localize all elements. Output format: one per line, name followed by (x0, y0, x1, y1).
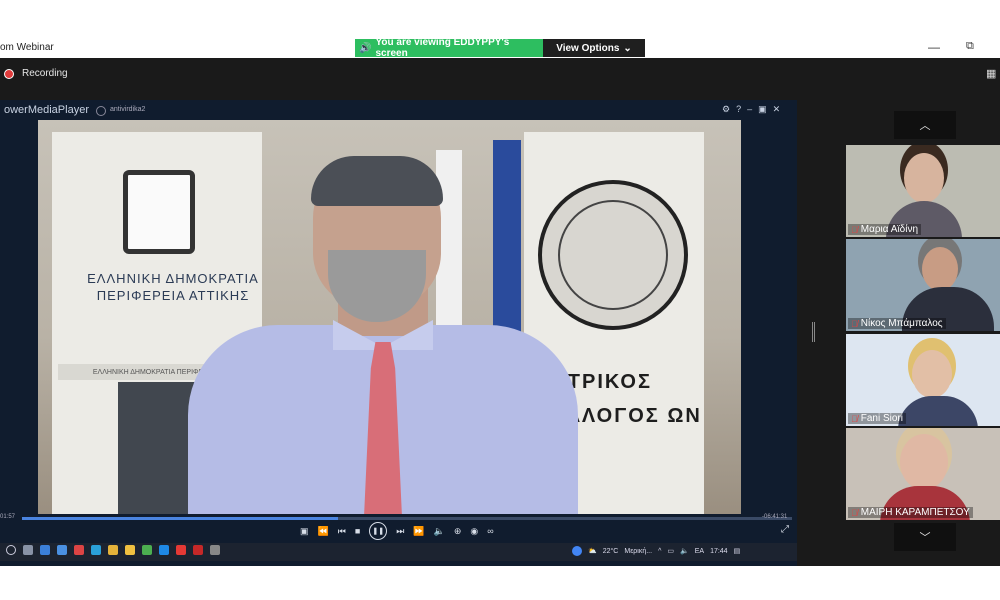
participant-head (912, 350, 952, 398)
participant-name: Νίκος Μπάμπαλος (860, 318, 943, 329)
participant-name-tag: 🎙̸ ΜΑΙΡΗ ΚΑΡΑΜΠΕΤΣΟΥ (848, 507, 973, 518)
view-options-button[interactable]: View Options ⌄ (543, 39, 645, 57)
chevron-down-icon: ﹀ (919, 532, 931, 544)
taskbar-apps (6, 545, 220, 555)
minimize-button[interactable]: — (928, 40, 940, 54)
chevron-up-icon[interactable]: ^ (658, 548, 661, 555)
language-indicator[interactable]: EA (695, 548, 704, 555)
previous-icon[interactable]: ⏮ (338, 526, 346, 537)
fast-forward-icon[interactable]: ⏩ (413, 526, 424, 537)
video-frame[interactable]: ΕΛΛΗΝΙΚΗ ΔΗΜΟΚΡΑΤΙΑ ΠΕΡΙΦΕΡΕΙΑ ΑΤΤΙΚΗΣ Ε… (38, 120, 741, 514)
gallery-view-icon[interactable]: ▦ (986, 67, 996, 80)
notification-icon[interactable]: ▤ (734, 547, 741, 555)
seek-bar-fill (22, 517, 338, 520)
app-icon[interactable] (142, 545, 152, 555)
app-icon[interactable] (57, 545, 67, 555)
chevron-down-icon: ⌄ (623, 42, 632, 54)
participant-tile[interactable]: 🎙̸ Fani Siori (846, 334, 1000, 426)
participant-name: Μαρια Αϊδίνη (860, 224, 919, 235)
participant-torso (898, 396, 978, 426)
panel-resize-handle[interactable] (812, 322, 815, 342)
mic-muted-icon: 🎙̸ (851, 318, 858, 329)
chevron-up-icon: ︿ (919, 120, 931, 132)
subtitle-icon[interactable]: ▣ (300, 526, 309, 537)
participant-tile[interactable]: 🎙̸ ΜΑΙΡΗ ΚΑΡΑΜΠΕΤΣΟΥ (846, 428, 1000, 520)
recording-icon (4, 69, 14, 79)
rewind-icon[interactable]: ⏪ (318, 526, 329, 537)
player-file-name: antivirdika2 (110, 106, 146, 113)
task-view-icon[interactable] (23, 545, 33, 555)
player-window-controls[interactable]: ⚙?–▣✕ (722, 104, 786, 115)
chrome-tray-icon[interactable] (572, 546, 582, 556)
volume-icon[interactable]: 🔈 (434, 526, 445, 537)
pause-button[interactable]: ❚❚ (369, 522, 388, 540)
remaining-time: -06:41:31 (762, 514, 788, 520)
view-options-label: View Options (556, 42, 620, 54)
clock[interactable]: 17:44 (710, 548, 728, 555)
speaker-icon: 🔊 (359, 42, 372, 54)
participant-head (922, 247, 958, 291)
emblem-cross-horizontal (134, 204, 184, 218)
maximize-button[interactable]: ⧉ (966, 40, 974, 53)
participant-name: Fani Siori (860, 413, 903, 424)
view-icon[interactable]: ◉ (470, 526, 478, 537)
weather-icon: ⛅ (588, 548, 597, 555)
participant-tile[interactable]: 🎙̸ Νίκος Μπάμπαλος (846, 239, 1000, 331)
player-app-name: owerMediaPlayer (4, 104, 89, 116)
system-tray: ⛅ 22°C Μερική... ^ ▭ 🔈 EA 17:44 ▤ (572, 546, 740, 556)
player-controls: ▣ ⏪ ⏮ ■ ❚❚ ⏭ ⏩ 🔈 ⊕ ◉ ∞ (300, 522, 494, 540)
participant-head (900, 434, 948, 490)
app-icon[interactable] (40, 545, 50, 555)
scroll-up-button[interactable]: ︿ (894, 111, 956, 139)
mic-muted-icon: 🎙̸ (851, 507, 858, 518)
fullscreen-icon[interactable]: ⤢ (781, 524, 789, 535)
scroll-down-button[interactable]: ﹀ (894, 523, 956, 551)
app-icon[interactable] (193, 545, 203, 555)
next-icon[interactable]: ⏭ (396, 526, 404, 537)
mic-muted-icon: 🎙̸ (851, 413, 858, 424)
app-icon[interactable] (159, 545, 169, 555)
search-icon[interactable] (6, 545, 16, 555)
stop-icon[interactable]: ■ (355, 526, 360, 536)
app-icon[interactable] (74, 545, 84, 555)
share-banner-text: You are viewing EDDYPPY's screen (375, 37, 510, 59)
speaker-hair (311, 156, 443, 206)
app-title: om Webinar (0, 42, 54, 53)
participant-name-tag: 🎙̸ Μαρια Αϊδίνη (848, 224, 922, 235)
zoom-icon[interactable]: ⊕ (454, 526, 462, 537)
app-icon[interactable] (176, 545, 186, 555)
app-icon[interactable] (210, 545, 220, 555)
participant-tile[interactable]: 🎙̸ Μαρια Αϊδίνη (846, 145, 1000, 237)
participant-head (904, 153, 944, 203)
folder-icon[interactable] (125, 545, 135, 555)
weather-text: Μερική... (624, 547, 653, 555)
seal-inner-ring (558, 200, 668, 310)
screen-share-banner: 🔊 You are viewing EDDYPPY's screen (355, 37, 543, 59)
network-icon[interactable]: ▭ (667, 547, 674, 555)
link-icon[interactable]: ∞ (487, 526, 493, 536)
edge-icon[interactable] (91, 545, 101, 555)
left-banner-text: ΕΛΛΗΝΙΚΗ ΔΗΜΟΚΡΑΤΙΑ ΠΕΡΙΦΕΡΕΙΑ ΑΤΤΙΚΗΣ (87, 271, 259, 303)
elapsed-time: 01:57 (0, 514, 16, 520)
participant-name: ΜΑΙΡΗ ΚΑΡΑΜΠΕΤΣΟΥ (860, 507, 970, 518)
mic-muted-icon: 🎙̸ (851, 224, 858, 235)
file-icon (96, 106, 106, 116)
speaker-tray-icon[interactable]: 🔈 (680, 547, 689, 555)
participant-name-tag: 🎙̸ Fani Siori (848, 413, 906, 424)
chrome-icon[interactable] (108, 545, 118, 555)
participant-name-tag: 🎙̸ Νίκος Μπάμπαλος (848, 318, 946, 329)
recording-label: Recording (22, 68, 68, 79)
temperature: 22°C (602, 547, 619, 555)
